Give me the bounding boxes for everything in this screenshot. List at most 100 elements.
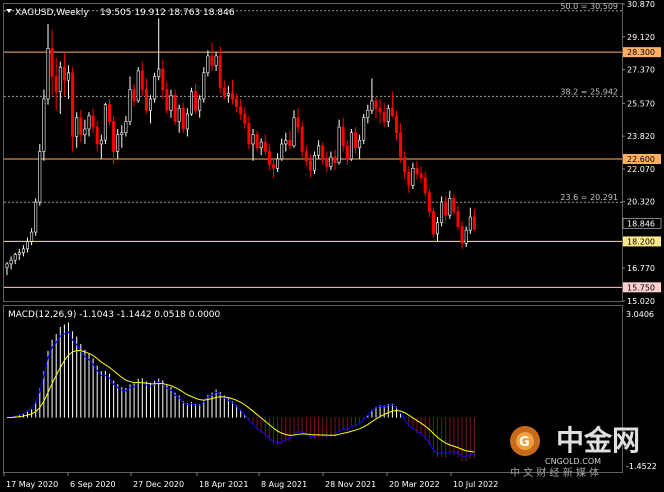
candle-body[interactable] — [362, 117, 366, 141]
candle-body[interactable] — [243, 113, 247, 124]
candle-body[interactable] — [452, 198, 456, 212]
candle-body[interactable] — [58, 66, 62, 92]
candle-body[interactable] — [161, 68, 165, 90]
candle-body[interactable] — [50, 48, 54, 77]
candle-body[interactable] — [116, 134, 120, 152]
candle-body[interactable] — [54, 76, 58, 92]
candle-body[interactable] — [95, 126, 99, 145]
candle-body[interactable] — [83, 128, 87, 135]
candle-body[interactable] — [206, 55, 210, 74]
candle-body[interactable] — [394, 115, 398, 134]
candle-body[interactable] — [5, 263, 9, 268]
candle-body[interactable] — [435, 222, 439, 235]
candle-body[interactable] — [222, 87, 226, 96]
candle-body[interactable] — [329, 156, 333, 167]
candle-body[interactable] — [321, 145, 325, 160]
candle-body[interactable] — [255, 134, 259, 149]
candle-body[interactable] — [251, 134, 255, 145]
candle-body[interactable] — [382, 111, 386, 122]
candle-body[interactable] — [431, 211, 435, 235]
candle-body[interactable] — [415, 168, 419, 175]
candle-body[interactable] — [263, 141, 267, 152]
candle-body[interactable] — [403, 156, 407, 173]
candle-body[interactable] — [136, 70, 140, 102]
candle-body[interactable] — [259, 141, 263, 149]
candle-body[interactable] — [378, 108, 382, 113]
candle-body[interactable] — [210, 55, 214, 66]
candle-body[interactable] — [124, 121, 128, 134]
candle-body[interactable] — [276, 158, 280, 169]
candle-body[interactable] — [317, 145, 321, 156]
candle-body[interactable] — [42, 98, 46, 152]
candle-body[interactable] — [226, 93, 230, 96]
candle-body[interactable] — [99, 139, 103, 145]
candle-body[interactable] — [341, 126, 345, 147]
candle-body[interactable] — [194, 91, 198, 111]
candle-body[interactable] — [284, 139, 288, 145]
candle-body[interactable] — [25, 241, 29, 250]
candle-body[interactable] — [419, 173, 423, 179]
candle-body[interactable] — [353, 132, 357, 149]
candle-body[interactable] — [218, 55, 222, 89]
candle-body[interactable] — [374, 100, 378, 109]
candle-body[interactable] — [304, 151, 308, 162]
candle-body[interactable] — [165, 89, 169, 111]
candle-body[interactable] — [427, 192, 431, 212]
candle-body[interactable] — [292, 117, 296, 147]
candle-body[interactable] — [448, 198, 452, 216]
candle-body[interactable] — [312, 154, 316, 171]
candle-body[interactable] — [173, 94, 177, 122]
candle-body[interactable] — [120, 132, 124, 135]
candle-body[interactable] — [149, 98, 153, 111]
candle-body[interactable] — [128, 89, 132, 122]
candle-body[interactable] — [271, 164, 275, 169]
candle-body[interactable] — [112, 121, 116, 152]
candle-body[interactable] — [247, 123, 251, 145]
candle-body[interactable] — [399, 132, 403, 158]
candle-body[interactable] — [366, 109, 370, 119]
candle-body[interactable] — [235, 98, 239, 107]
candle-body[interactable] — [345, 145, 349, 160]
candle-body[interactable] — [411, 168, 415, 186]
candle-body[interactable] — [386, 108, 390, 122]
candle-body[interactable] — [468, 216, 472, 231]
candle-body[interactable] — [267, 151, 271, 165]
candle-body[interactable] — [30, 231, 34, 242]
candle-body[interactable] — [198, 98, 202, 111]
candle-body[interactable] — [288, 139, 292, 147]
chart-canvas[interactable]: 50.0 = 30.50938.2 = 25.94223.6 = 20.291 … — [0, 0, 664, 492]
candle-body[interactable] — [190, 91, 194, 115]
candle-body[interactable] — [153, 76, 157, 100]
candle-body[interactable] — [38, 151, 42, 203]
candle-body[interactable] — [140, 70, 144, 90]
candle-body[interactable] — [325, 158, 329, 167]
candle-body[interactable] — [337, 126, 341, 164]
candle-body[interactable] — [13, 254, 17, 261]
candle-body[interactable] — [9, 259, 13, 265]
candle-body[interactable] — [169, 94, 173, 111]
candle-body[interactable] — [349, 132, 353, 160]
candle-body[interactable] — [407, 171, 411, 186]
candle-body[interactable] — [157, 68, 161, 77]
candle-body[interactable] — [17, 252, 21, 255]
candle-body[interactable] — [79, 117, 83, 135]
candle-body[interactable] — [358, 139, 362, 149]
candle-body[interactable] — [300, 126, 304, 152]
candle-body[interactable] — [214, 55, 218, 66]
candle-body[interactable] — [71, 72, 75, 137]
candle-body[interactable] — [423, 177, 427, 193]
candle-body[interactable] — [91, 115, 95, 128]
candle-body[interactable] — [144, 89, 148, 111]
candle-body[interactable] — [231, 93, 235, 100]
candle-body[interactable] — [46, 48, 50, 100]
candle-body[interactable] — [87, 115, 91, 130]
candle-body[interactable] — [34, 201, 38, 233]
candle-body[interactable] — [472, 216, 476, 230]
candle-body[interactable] — [444, 201, 448, 216]
candle-body[interactable] — [202, 72, 206, 100]
candle-body[interactable] — [390, 108, 394, 117]
candle-body[interactable] — [370, 100, 374, 111]
candle-body[interactable] — [333, 156, 337, 164]
candle-body[interactable] — [280, 143, 284, 160]
collapse-triangle-icon[interactable] — [6, 9, 12, 13]
